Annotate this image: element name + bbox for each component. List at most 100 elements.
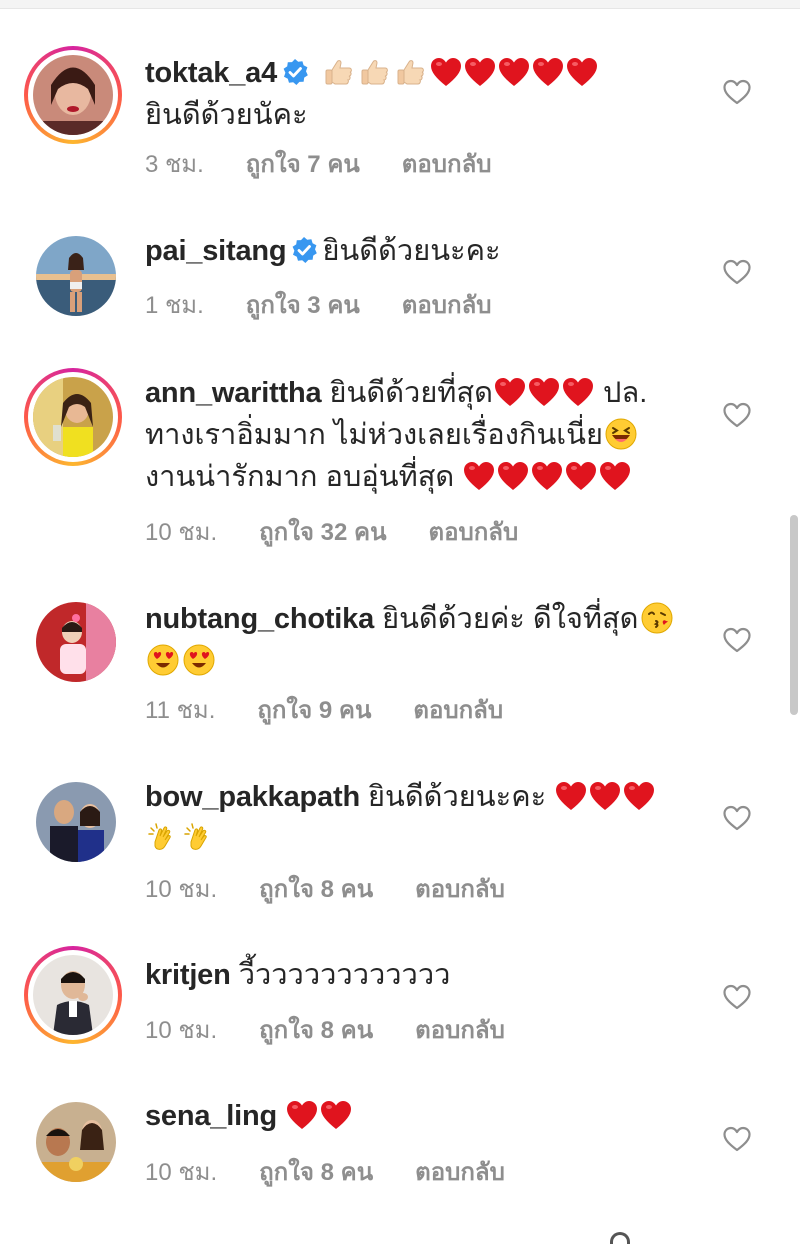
reply-button[interactable]: ตอบกลับ (415, 869, 505, 908)
comment-text: ยินดีด้วยที่สุด (329, 377, 493, 409)
reply-button[interactable]: ตอบกลับ (428, 512, 518, 551)
scrollbar[interactable] (790, 515, 798, 715)
kissing-face-icon (641, 602, 673, 634)
avatar[interactable] (24, 946, 122, 1044)
avatar-photo (33, 377, 113, 457)
likes-count-link[interactable]: ถูกใจ 8 คน (259, 1010, 373, 1049)
reply-button[interactable]: ตอบกลับ (402, 285, 492, 324)
reply-button[interactable]: ตอบกลับ (415, 1152, 505, 1191)
comment-body: bow_pakkapath ยินดีด้วยนะคะ (145, 776, 705, 860)
red-heart-icon (464, 57, 496, 87)
avatar-photo (33, 955, 113, 1035)
comment-time: 1 ชม. (145, 292, 204, 319)
avatar-photo (36, 236, 116, 316)
heart-eyes-face-icon (183, 644, 215, 676)
red-heart-icon (320, 1100, 352, 1130)
red-heart-icon (555, 781, 587, 811)
comment-text: วี้วววววววววววว (238, 959, 451, 991)
comment-text: ปล. (603, 377, 648, 409)
avatar-photo (36, 1102, 116, 1182)
comment-time: 10 ชม. (145, 1017, 218, 1044)
avatar[interactable] (36, 236, 116, 316)
clapping-hands-icon (183, 822, 215, 854)
laughing-face-icon (605, 418, 637, 450)
comment-meta: 3 ชม. ถูกใจ 7 คน ตอบกลับ (145, 144, 492, 183)
avatar[interactable] (36, 602, 116, 682)
comment-meta: 10 ชม. ถูกใจ 8 คน ตอบกลับ (145, 1152, 505, 1191)
red-heart-icon (531, 461, 563, 491)
like-heart-icon[interactable] (722, 983, 752, 1011)
red-heart-icon (532, 57, 564, 87)
comment-time: 3 ชม. (145, 151, 204, 178)
red-heart-icon (562, 377, 594, 407)
comment-text: ยินดีด้วยค่ะ ดีใจที่สุด (382, 603, 639, 635)
comment-meta: 1 ชม. ถูกใจ 3 คน ตอบกลับ (145, 285, 492, 324)
red-heart-icon (623, 781, 655, 811)
comment-body: ann_warittha ยินดีด้วยที่สุด ปล. ทางเราอ… (145, 372, 705, 498)
reply-button[interactable]: ตอบกลับ (415, 1010, 505, 1049)
comment-time: 10 ชม. (145, 876, 218, 903)
like-heart-icon[interactable] (722, 804, 752, 832)
comment-meta: 10 ชม. ถูกใจ 32 คน ตอบกลับ (145, 512, 518, 551)
red-heart-icon (566, 57, 598, 87)
like-heart-icon[interactable] (722, 626, 752, 654)
reply-button[interactable]: ตอบกลับ (413, 690, 503, 729)
verified-badge-icon (290, 236, 318, 264)
red-heart-icon (498, 57, 530, 87)
avatar-photo (33, 55, 113, 135)
verified-badge-icon (281, 58, 309, 86)
comment-body: pai_sitang ยินดีด้วยนะคะ (145, 230, 695, 272)
red-heart-icon (497, 461, 529, 491)
reply-button[interactable]: ตอบกลับ (402, 144, 492, 183)
red-heart-icon (430, 57, 462, 87)
red-heart-icon (565, 461, 597, 491)
username[interactable]: kritjen (145, 959, 231, 991)
comment-text: งานน่ารักมาก อบอุ่นที่สุด (145, 461, 455, 493)
heart-eyes-face-icon (147, 644, 179, 676)
username[interactable]: toktak_a4 (145, 57, 277, 89)
comment-time: 10 ชม. (145, 519, 218, 546)
avatar-photo (36, 782, 116, 862)
like-heart-icon[interactable] (722, 401, 752, 429)
red-heart-icon (494, 377, 526, 407)
like-heart-icon[interactable] (722, 78, 752, 106)
like-heart-icon[interactable] (722, 1125, 752, 1153)
username[interactable]: bow_pakkapath (145, 781, 360, 813)
red-heart-icon (589, 781, 621, 811)
comment-meta: 11 ชม. ถูกใจ 9 คน ตอบกลับ (145, 690, 503, 729)
thumbs-up-icon (359, 56, 391, 88)
comment-text: ทางเราอิ่มมาก ไม่ห่วงเลยเรื่องกินเนี่ย (145, 419, 603, 451)
likes-count-link[interactable]: ถูกใจ 32 คน (259, 512, 386, 551)
likes-count-link[interactable]: ถูกใจ 7 คน (246, 144, 360, 183)
red-heart-icon (463, 461, 495, 491)
avatar-photo (36, 602, 116, 682)
red-heart-icon (599, 461, 631, 491)
thumbs-up-icon (323, 56, 355, 88)
likes-count-link[interactable]: ถูกใจ 9 คน (257, 690, 371, 729)
comment-meta: 10 ชม. ถูกใจ 8 คน ตอบกลับ (145, 1010, 505, 1049)
like-heart-icon[interactable] (722, 258, 752, 286)
comment-time: 11 ชม. (145, 697, 216, 724)
comment-text: ยินดีด้วยนัคะ (145, 99, 308, 131)
username[interactable]: pai_sitang (145, 235, 287, 267)
comment-body: sena_ling (145, 1095, 695, 1137)
avatar[interactable] (24, 368, 122, 466)
username[interactable]: ann_warittha (145, 377, 322, 409)
username[interactable]: nubtang_chotika (145, 603, 374, 635)
avatar[interactable] (36, 1102, 116, 1182)
comment-meta: 10 ชม. ถูกใจ 8 คน ตอบกลับ (145, 869, 505, 908)
likes-count-link[interactable]: ถูกใจ 8 คน (259, 869, 373, 908)
top-divider (0, 0, 800, 9)
likes-count-link[interactable]: ถูกใจ 3 คน (246, 285, 360, 324)
username[interactable]: sena_ling (145, 1100, 277, 1132)
red-heart-icon (528, 377, 560, 407)
avatar[interactable] (24, 46, 122, 144)
comment-body: kritjen วี้วววววววววววว (145, 954, 695, 996)
thumbs-up-icon (395, 56, 427, 88)
comment-text: ยินดีด้วยนะคะ (322, 235, 501, 267)
avatar[interactable] (36, 782, 116, 862)
red-heart-icon (286, 1100, 318, 1130)
comment-text: ยินดีด้วยนะคะ (368, 781, 547, 813)
next-item-edge-icon (610, 1232, 630, 1244)
likes-count-link[interactable]: ถูกใจ 8 คน (259, 1152, 373, 1191)
